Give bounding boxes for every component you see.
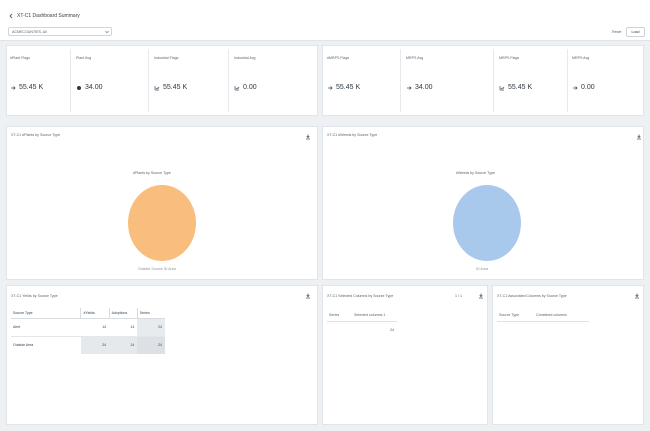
dot-icon xyxy=(76,85,82,91)
pie-chart-orange xyxy=(128,185,196,261)
arrow-icon xyxy=(406,85,412,91)
kpi-label: Industrial Flags xyxy=(154,56,179,60)
kpi-value-block: 0.00 xyxy=(572,84,595,91)
selected-columns-panel: XT-C1 Selected Columns by Source Type 1 … xyxy=(322,285,488,425)
table-header-row: Source Type #Yields Adoptions Series xyxy=(11,308,165,318)
chart-title: #Plants by Source Type xyxy=(133,171,171,175)
kpi-value: 55.45 K xyxy=(336,84,361,91)
kpi-value: 0.00 xyxy=(581,84,595,91)
associated-columns-panel: XT-C1 Associated Columns by Source Type … xyxy=(492,285,644,425)
filter-dropdown-value: ACMECOUNTIES, All xyxy=(12,29,47,34)
kpi-value: 55.45 K xyxy=(19,84,44,91)
filter-dropdown[interactable]: ACMECOUNTIES, All xyxy=(8,27,112,36)
download-icon[interactable] xyxy=(305,293,311,299)
column-header[interactable]: Adoptions xyxy=(108,308,138,318)
table-cell: Outside Area xyxy=(13,343,34,348)
column-header[interactable]: Series xyxy=(136,308,165,318)
table-cell: 14 xyxy=(102,325,107,329)
reset-button[interactable]: Reset xyxy=(612,30,621,34)
panel-title: XT-C1 Associated Columns by Source Type xyxy=(497,294,567,298)
kpi-value: 34.00 xyxy=(415,84,433,91)
load-button[interactable]: Load xyxy=(626,27,645,37)
panel-title: XT-C1 Selected Columns by Source Type xyxy=(327,294,394,298)
page-title: XT-C1 Dashboard Summary xyxy=(17,13,80,19)
download-icon[interactable] xyxy=(305,134,311,140)
kpi-value: 0.00 xyxy=(243,84,257,91)
chart-legend: Outside Source ID Area xyxy=(138,267,176,271)
download-icon[interactable] xyxy=(636,134,642,140)
download-icon[interactable] xyxy=(634,293,640,299)
arrow-icon xyxy=(10,85,16,91)
table-cell: 24 xyxy=(137,336,165,354)
kpi-value-block: 55.45 K xyxy=(327,84,360,91)
table-cell: Alert xyxy=(13,325,21,329)
kpi-label: MRPS Avg xyxy=(572,56,590,60)
table-row[interactable]: Alert 14 14 24 xyxy=(11,318,165,336)
column-header[interactable]: #Yields xyxy=(80,308,110,318)
panel-title: XT-C1 #Weeds by Source Type xyxy=(327,133,378,137)
filter-chip[interactable]: Selected columns 1 xyxy=(354,313,385,317)
back-icon[interactable] xyxy=(8,13,14,19)
dashboard-page: XT-C1 Dashboard Summary ACMECOUNTIES, Al… xyxy=(0,0,650,431)
kpi-label: MRPS Avg xyxy=(406,56,424,60)
growth-icon xyxy=(154,85,160,91)
chart-title: #Weeds by Source Type xyxy=(456,171,496,175)
kpi-value-block: 0.00 xyxy=(234,84,257,91)
kpi-label: Industrial Avg xyxy=(234,56,256,60)
table-panel: XT-C1 Yields by Source Type Source Type … xyxy=(6,285,318,425)
kpi-panel-right xyxy=(322,45,644,116)
kpi-value-block: 55.45 K xyxy=(154,84,187,91)
arrow-icon xyxy=(572,85,578,91)
filter-chip[interactable]: Series xyxy=(329,313,339,317)
table-cell: 24 xyxy=(80,336,110,354)
panel-title: XT-C1 Yields by Source Type xyxy=(11,294,58,298)
kpi-value-block: 55.45 K xyxy=(499,84,532,91)
kpi-label: #Plant Flags xyxy=(10,56,30,60)
filter-chip[interactable]: Combined columns xyxy=(536,313,567,317)
kpi-value-block: 34.00 xyxy=(76,84,103,91)
kpi-label: Plant Avg xyxy=(76,56,92,60)
panel-title: XT-C1 #Plants by Source Type xyxy=(11,133,61,137)
kpi-label: MRPS Flags xyxy=(499,56,520,60)
growth-icon xyxy=(499,85,505,91)
table-cell: 14 xyxy=(130,325,135,329)
column-header[interactable]: Source Type xyxy=(11,308,81,318)
kpi-value: 34.00 xyxy=(85,84,103,91)
kpi-value: 55.45 K xyxy=(508,84,533,91)
table-cell: 14 xyxy=(109,336,138,354)
kpi-value: 55.45 K xyxy=(163,84,188,91)
chart-legend: ID Area xyxy=(476,267,488,271)
download-icon[interactable] xyxy=(478,293,484,299)
pie-panel-left: XT-C1 #Plants by Source Type #Plants by … xyxy=(6,126,318,280)
chevron-down-icon xyxy=(105,30,109,34)
arrow-icon xyxy=(327,85,333,91)
pie-panel-right: XT-C1 #Weeds by Source Type #Weeds by So… xyxy=(322,126,644,280)
table-row[interactable]: Outside Area 24 14 24 xyxy=(11,336,165,354)
table-cell: 24 xyxy=(137,318,165,336)
kpi-value-block: 34.00 xyxy=(406,84,433,91)
kpi-value-block: 55.45 K xyxy=(10,84,43,91)
filter-chip[interactable]: Source Type xyxy=(499,313,519,317)
value-label: 24 xyxy=(390,328,394,332)
pie-chart-blue xyxy=(453,185,521,261)
pager[interactable]: 1 / 1 xyxy=(455,294,462,298)
yields-table: Source Type #Yields Adoptions Series Ale… xyxy=(11,308,165,354)
growth-icon xyxy=(234,85,240,91)
kpi-label: #MRPS Flags xyxy=(327,56,350,60)
